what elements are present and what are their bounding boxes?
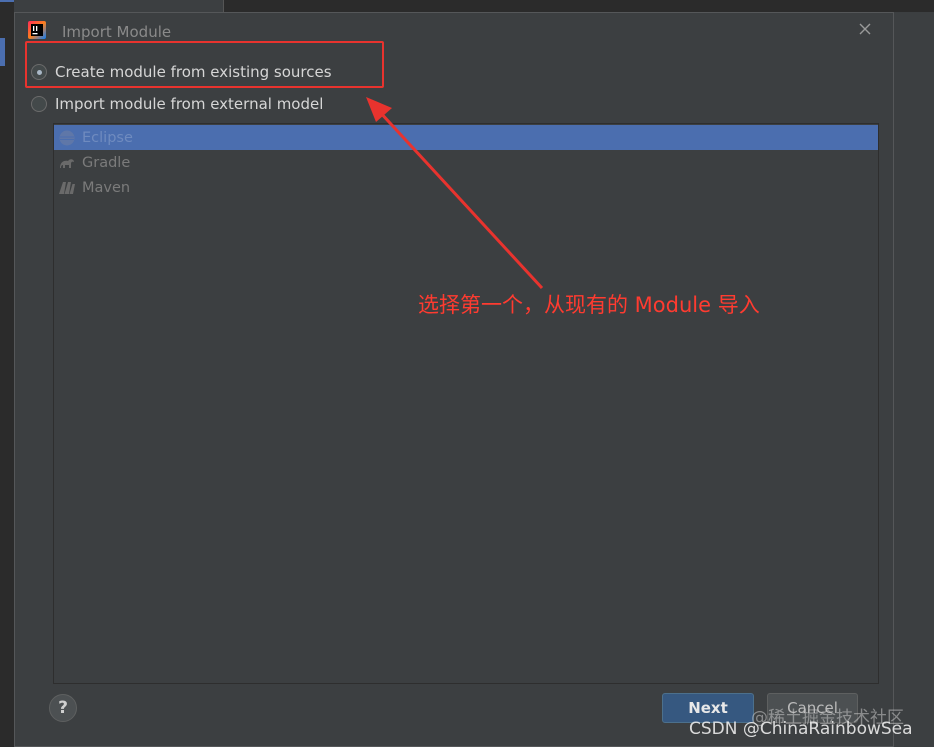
list-item-label: Maven: [82, 179, 131, 196]
ide-background-tab: [8, 0, 224, 12]
intellij-icon: [28, 21, 46, 39]
maven-icon: [59, 181, 75, 194]
ide-sidebar-line: [0, 0, 14, 2]
annotation-highlight-box: [25, 41, 384, 88]
list-item-eclipse[interactable]: Eclipse: [54, 125, 878, 150]
list-item-maven[interactable]: Maven: [54, 175, 878, 200]
dialog-title: Import Module: [62, 23, 172, 41]
eclipse-icon: [59, 130, 75, 145]
ide-background-sidebar: [0, 0, 14, 747]
ide-sidebar-selection: [0, 38, 5, 66]
radio-button-unchecked[interactable]: [31, 96, 47, 112]
watermark-csdn: CSDN @ChinaRainbowSea: [689, 719, 913, 739]
ide-background-top: [0, 0, 934, 12]
import-module-dialog: Import Module Create module from existin…: [14, 12, 894, 747]
list-item-label: Gradle: [82, 154, 131, 171]
list-item-gradle[interactable]: Gradle: [54, 150, 878, 175]
radio-import-external-model[interactable]: Import module from external model: [31, 95, 323, 113]
gradle-icon: [60, 158, 74, 168]
radio-label-import: Import module from external model: [55, 95, 324, 113]
external-model-list[interactable]: Eclipse Gradle Maven: [53, 123, 879, 684]
help-button[interactable]: ?: [49, 694, 77, 722]
close-icon[interactable]: [857, 21, 873, 37]
list-item-label: Eclipse: [82, 129, 133, 146]
annotation-text: 选择第一个，从现有的 Module 导入: [418, 293, 760, 317]
